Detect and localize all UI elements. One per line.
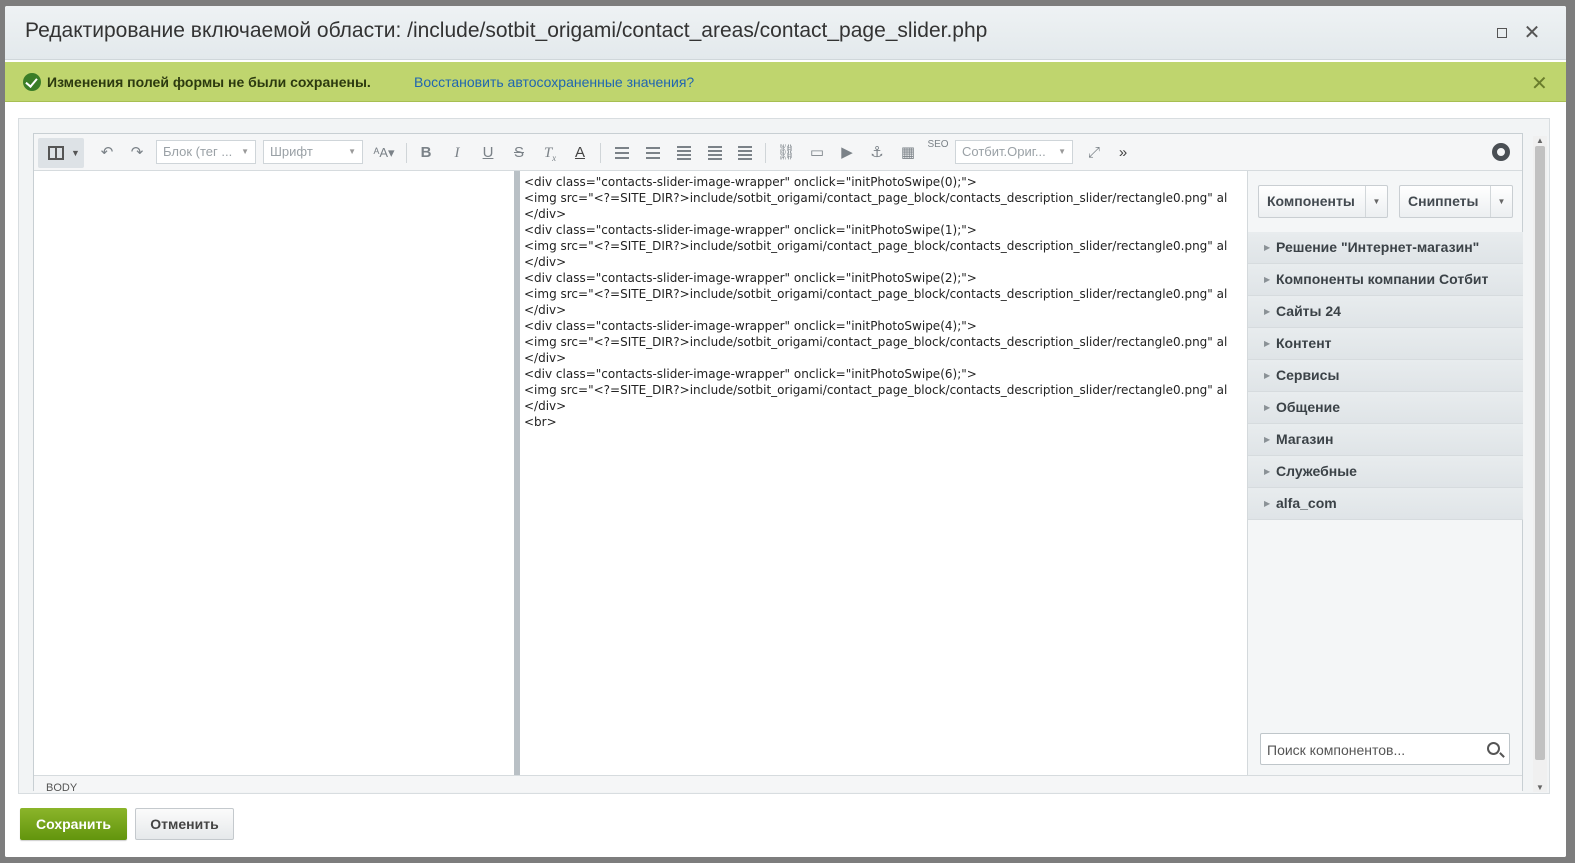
edit-dialog: Редактирование включаемой области: /incl… xyxy=(5,6,1566,857)
scroll-down-icon[interactable]: ▼ xyxy=(1536,783,1544,792)
component-search xyxy=(1260,733,1510,765)
code-line: <div class="contacts-slider-image-wrappe… xyxy=(524,367,977,381)
code-pane[interactable]: <div class="contacts-slider-image-wrappe… xyxy=(520,171,1247,775)
dialog-title: Редактирование включаемой области: /incl… xyxy=(25,19,988,42)
code-line: </div> xyxy=(524,351,567,365)
category-item[interactable]: ▶ Общение xyxy=(1248,392,1523,424)
chevron-down-icon[interactable]: ▼ xyxy=(1490,186,1512,217)
clear-format-icon[interactable]: Tx xyxy=(539,142,561,164)
undo-icon[interactable]: ↶ xyxy=(96,142,118,164)
code-line: <img src="<?=SITE_DIR?>include/sotbit_or… xyxy=(524,287,1228,301)
component-categories: ▶ Решение "Интернет-магазин" ▶ Компоненты … xyxy=(1248,232,1523,520)
category-item[interactable]: ▶ alfa_com xyxy=(1248,488,1523,520)
category-item[interactable]: ▶ Служебные xyxy=(1248,456,1523,488)
code-line: </div> xyxy=(524,303,567,317)
chevron-right-icon: ▶ xyxy=(1264,499,1271,508)
body-tag-path[interactable]: BODY xyxy=(46,782,77,794)
outdent-icon[interactable] xyxy=(673,142,695,164)
code-line: <div class="contacts-slider-image-wrappe… xyxy=(524,271,977,285)
align-icon[interactable] xyxy=(734,142,756,164)
strikethrough-icon[interactable]: S xyxy=(508,142,530,164)
chevron-right-icon: ▶ xyxy=(1264,435,1271,444)
text-color-icon[interactable]: A xyxy=(569,142,591,164)
check-circle-icon xyxy=(23,73,41,91)
code-line: <div class="contacts-slider-image-wrappe… xyxy=(524,319,977,333)
dialog-scrollbar[interactable]: ▲ ▼ xyxy=(1533,136,1547,792)
notice-close-icon[interactable]: ✕ xyxy=(1531,71,1548,96)
link-icon[interactable]: ⛓ xyxy=(775,142,797,164)
search-icon[interactable] xyxy=(1487,742,1500,755)
editor-toolbar: ▼ ↶ ↷ Блок (тег ... ▼ Шрифт ▼ ᴬA▾ B I U S … xyxy=(34,134,1522,171)
gear-icon[interactable] xyxy=(1492,143,1510,161)
wysiwyg-pane[interactable] xyxy=(34,171,514,775)
code-line: <img src="<?=SITE_DIR?>include/sotbit_or… xyxy=(524,239,1228,253)
font-size-icon[interactable]: ᴬA▾ xyxy=(371,142,397,164)
scrollbar-thumb[interactable] xyxy=(1535,146,1545,760)
chevron-right-icon: ▶ xyxy=(1264,307,1271,316)
code-line: <img src="<?=SITE_DIR?>include/sotbit_or… xyxy=(524,335,1228,349)
save-button[interactable]: Сохранить xyxy=(20,808,127,840)
video-icon[interactable]: ▶ xyxy=(836,142,858,164)
anchor-icon[interactable]: ⚓ xyxy=(866,142,888,164)
chevron-down-icon[interactable]: ▼ xyxy=(1365,186,1387,217)
indent-icon[interactable] xyxy=(704,142,726,164)
toolbar-separator xyxy=(765,143,766,163)
chevron-right-icon: ▶ xyxy=(1264,403,1271,412)
chevron-down-icon: ▼ xyxy=(71,148,80,158)
view-mode-button[interactable]: ▼ xyxy=(38,138,84,168)
code-line: <img src="<?=SITE_DIR?>include/sotbit_or… xyxy=(524,191,1228,205)
notice-text: Изменения полей формы не были сохранены. xyxy=(47,74,371,90)
restore-autosave-link[interactable]: Восстановить автосохраненные значения? xyxy=(414,74,694,90)
editor-statusbar: BODY xyxy=(34,775,1522,794)
category-item[interactable]: ▶ Сайты 24 xyxy=(1248,296,1523,328)
category-item[interactable]: ▶ Магазин xyxy=(1248,424,1523,456)
editor-wrapper: ▼ ↶ ↷ Блок (тег ... ▼ Шрифт ▼ ᴬA▾ B I U S … xyxy=(18,118,1550,794)
toolbar-separator xyxy=(600,143,601,163)
font-select[interactable]: Шрифт ▼ xyxy=(263,140,363,164)
chevron-right-icon: ▶ xyxy=(1264,467,1271,476)
components-button[interactable]: Компоненты ▼ xyxy=(1258,185,1388,218)
components-panel: Компоненты ▼ Сниппеты ▼ ▶ Решение "Интерн… xyxy=(1247,171,1523,775)
image-icon[interactable]: ▭ xyxy=(806,142,828,164)
html-editor: ▼ ↶ ↷ Блок (тег ... ▼ Шрифт ▼ ᴬA▾ B I U S … xyxy=(33,133,1523,794)
close-icon[interactable]: ✕ xyxy=(1521,22,1543,44)
dialog-footer: Сохранить Отменить xyxy=(5,794,1566,857)
category-item[interactable]: ▶ Контент xyxy=(1248,328,1523,360)
chevron-right-icon: ▶ xyxy=(1264,243,1271,252)
category-item[interactable]: ▶ Компоненты компании Сотбит xyxy=(1248,264,1523,296)
autosave-notice: Изменения полей формы не были сохранены.… xyxy=(5,62,1566,102)
fullscreen-icon[interactable]: ⤢ xyxy=(1083,142,1105,164)
maximize-icon[interactable] xyxy=(1491,22,1513,44)
scroll-up-icon[interactable]: ▲ xyxy=(1536,136,1544,145)
toolbar-separator xyxy=(406,143,407,163)
table-icon[interactable]: ▦ xyxy=(897,142,919,164)
block-tag-select[interactable]: Блок (тег ... ▼ xyxy=(156,140,256,164)
bold-icon[interactable]: B xyxy=(415,142,437,164)
ordered-list-icon[interactable] xyxy=(611,142,633,164)
code-line: </div> xyxy=(524,399,567,413)
code-line: <img src="<?=SITE_DIR?>include/sotbit_or… xyxy=(524,383,1228,397)
seo-icon[interactable]: SEO xyxy=(927,138,949,160)
category-item[interactable]: ▶ Сервисы xyxy=(1248,360,1523,392)
style-select[interactable]: Сотбит.Ориг... ▼ xyxy=(955,140,1073,164)
code-line: <div class="contacts-slider-image-wrappe… xyxy=(524,223,977,237)
redo-icon[interactable]: ↷ xyxy=(126,142,148,164)
chevron-right-icon: ▶ xyxy=(1264,371,1271,380)
unordered-list-icon[interactable] xyxy=(642,142,664,164)
more-icon[interactable]: » xyxy=(1112,142,1134,164)
code-line: <br> xyxy=(524,415,557,429)
category-item[interactable]: ▶ Решение "Интернет-магазин" xyxy=(1248,232,1523,264)
code-line: </div> xyxy=(524,207,567,221)
snippets-button[interactable]: Сниппеты ▼ xyxy=(1399,185,1513,218)
cancel-button[interactable]: Отменить xyxy=(135,808,234,840)
split-view-icon xyxy=(48,146,64,160)
code-line: </div> xyxy=(524,255,567,269)
underline-icon[interactable]: U xyxy=(477,142,499,164)
code-line: <div class="contacts-slider-image-wrappe… xyxy=(524,175,977,189)
italic-icon[interactable]: I xyxy=(446,142,468,164)
search-input[interactable] xyxy=(1267,740,1477,760)
chevron-right-icon: ▶ xyxy=(1264,275,1271,284)
dialog-titlebar: Редактирование включаемой области: /incl… xyxy=(5,6,1566,60)
chevron-right-icon: ▶ xyxy=(1264,339,1271,348)
